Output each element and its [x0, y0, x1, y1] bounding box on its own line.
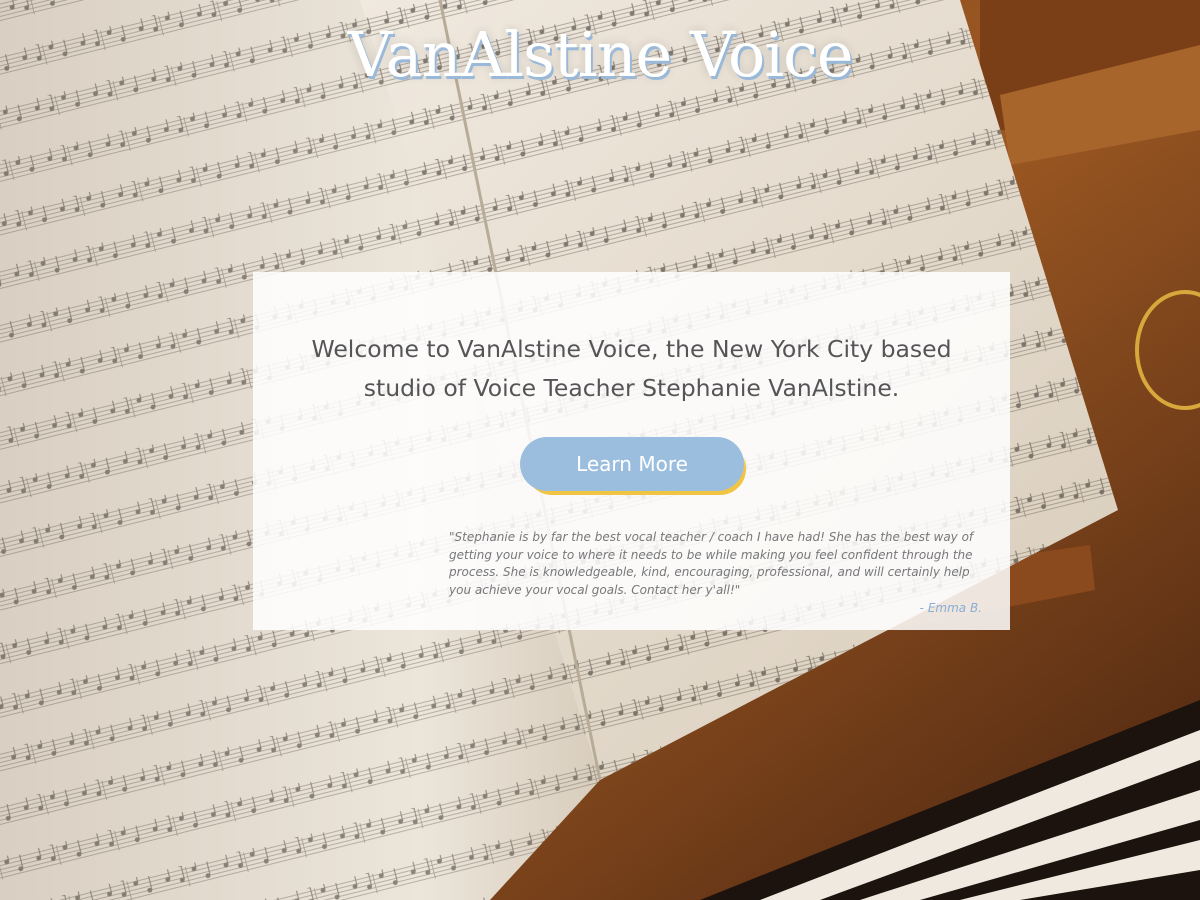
hero-section: VanAlstine Voice Welcome to VanAlstine V…: [0, 0, 1200, 900]
welcome-text: Welcome to VanAlstine Voice, the New Yor…: [311, 335, 952, 402]
testimonial-author: - Emma B.: [919, 601, 982, 615]
testimonial-quote: "Stephanie is by far the best vocal teac…: [449, 530, 974, 597]
learn-more-button[interactable]: Learn More: [520, 437, 744, 491]
welcome-card: Welcome to VanAlstine Voice, the New Yor…: [253, 272, 1010, 630]
site-title-logo[interactable]: VanAlstine Voice: [0, 18, 1200, 91]
learn-more-button-wrapper: Learn More: [520, 437, 746, 495]
